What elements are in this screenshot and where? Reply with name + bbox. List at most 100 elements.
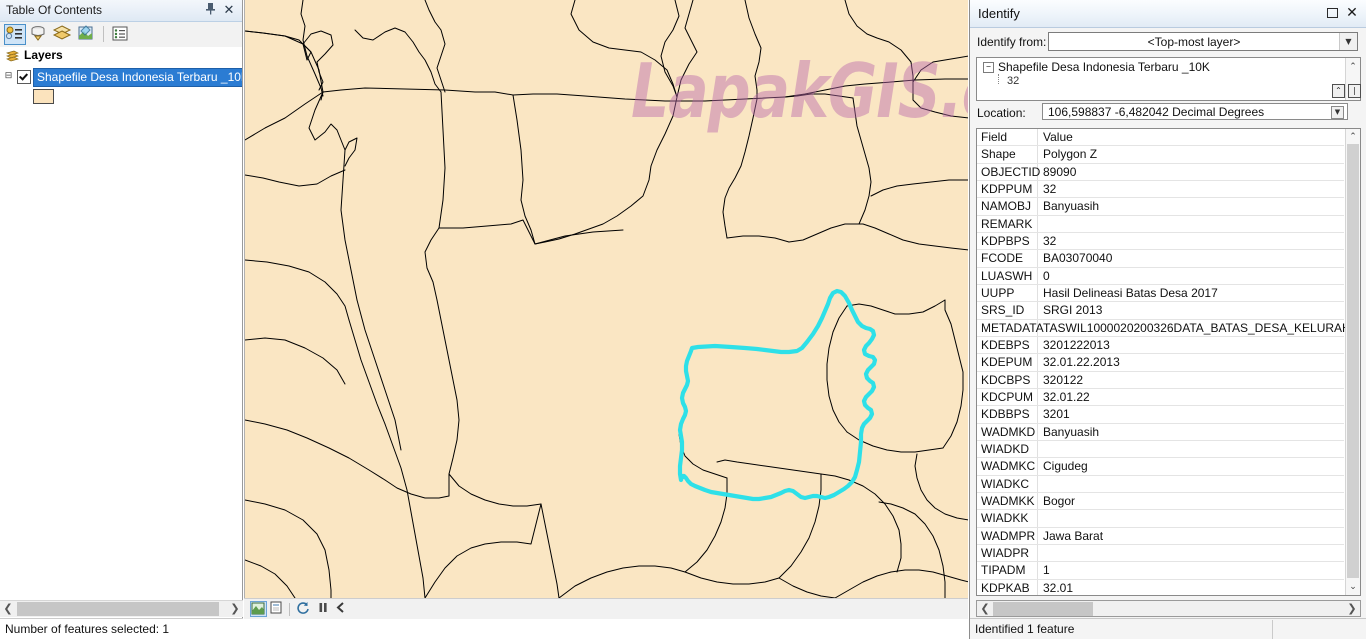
scroll-thumb[interactable] bbox=[993, 602, 1093, 616]
scroll-right-icon[interactable]: ❯ bbox=[1344, 601, 1360, 617]
toc-titlebar: Table Of Contents ✕ bbox=[0, 0, 242, 22]
attribute-row[interactable]: KDCPUM 32.01.22 bbox=[977, 389, 1344, 407]
identify-status-bar: Identified 1 feature bbox=[970, 618, 1366, 639]
identify-from-dropdown[interactable]: <Top-most layer> ▼ bbox=[1048, 32, 1358, 51]
expand-collapse-icon[interactable]: ⊟ bbox=[4, 72, 13, 81]
toc-layer-label[interactable]: Shapefile Desa Indonesia Terbaru _10K bbox=[33, 68, 242, 87]
attribute-field-name: OBJECTID bbox=[981, 164, 1041, 179]
location-input[interactable]: 106,598837 -6,482042 Decimal Degrees ▼ bbox=[1042, 103, 1348, 120]
scroll-right-icon[interactable]: ❯ bbox=[227, 601, 243, 617]
attribute-row[interactable]: TIPADM 1 bbox=[977, 562, 1344, 580]
attribute-field-name: WADMKC bbox=[981, 459, 1036, 474]
list-by-visibility-button[interactable] bbox=[52, 24, 74, 45]
identify-location-row: Location: 106,598837 -6,482042 Decimal D… bbox=[970, 103, 1366, 123]
map-canvas[interactable]: LapakGIS.com bbox=[244, 0, 968, 598]
attribute-row[interactable]: KDEPUM 32.01.22.2013 bbox=[977, 354, 1344, 372]
toc-root-label: Layers bbox=[24, 48, 63, 62]
attribute-row[interactable]: KDBBPS 3201 bbox=[977, 406, 1344, 424]
attribute-row[interactable]: WADMKK Bogor bbox=[977, 493, 1344, 511]
table-vertical-scrollbar[interactable]: ⌃ ⌄ bbox=[1345, 129, 1360, 595]
attribute-row[interactable]: METADATA TASWIL1000020200326DATA_BATAS_DE… bbox=[977, 320, 1360, 337]
layer-visibility-checkbox[interactable] bbox=[17, 70, 31, 84]
attribute-row[interactable]: REMARK bbox=[977, 216, 1344, 233]
identify-horizontal-scrollbar[interactable]: ❮ ❯ bbox=[976, 600, 1361, 617]
attribute-row[interactable]: UUPP Hasil Delineasi Batas Desa 2017 bbox=[977, 285, 1344, 303]
maximize-icon[interactable] bbox=[1324, 5, 1340, 21]
identify-results-tree[interactable]: − Shapefile Desa Indonesia Terbaru _10K 3… bbox=[976, 57, 1361, 101]
attribute-row[interactable]: WIADKK bbox=[977, 510, 1344, 528]
toc-horizontal-scrollbar[interactable]: ❮ ❯ bbox=[0, 600, 243, 617]
layer-symbol-swatch[interactable] bbox=[33, 89, 54, 104]
features-selected-status: Number of features selected: 1 bbox=[5, 622, 170, 636]
scroll-up-icon[interactable]: ⌃ bbox=[1346, 60, 1360, 74]
layout-view-button[interactable] bbox=[269, 601, 286, 617]
data-view-button[interactable] bbox=[250, 601, 267, 617]
scroll-left-icon[interactable]: ❮ bbox=[0, 601, 16, 617]
close-icon[interactable]: ✕ bbox=[221, 2, 237, 18]
options-button[interactable] bbox=[110, 24, 132, 45]
attribute-row[interactable]: KDPPUM 32 bbox=[977, 181, 1344, 199]
attribute-row[interactable]: WIADKD bbox=[977, 441, 1344, 459]
attribute-row[interactable]: FCODE BA03070040 bbox=[977, 250, 1344, 268]
list-by-drawing-order-button[interactable] bbox=[4, 24, 26, 45]
scroll-thumb[interactable] bbox=[17, 602, 219, 616]
previous-extent-button[interactable] bbox=[334, 601, 351, 617]
attribute-row[interactable]: KDPKAB 32.01 bbox=[977, 580, 1344, 595]
attribute-row[interactable]: WIADPR bbox=[977, 545, 1344, 563]
expand-collapse-icon[interactable]: − bbox=[983, 62, 994, 74]
attribute-field-value: 320122 bbox=[1043, 372, 1084, 387]
attribute-row[interactable]: KDPBPS 32 bbox=[977, 233, 1344, 251]
attribute-row[interactable]: SRS_ID SRGI 2013 bbox=[977, 302, 1344, 320]
tree-layer-node[interactable]: − Shapefile Desa Indonesia Terbaru _10K bbox=[983, 60, 1210, 74]
pause-drawing-button[interactable] bbox=[316, 601, 333, 617]
attribute-field-name: KDBBPS bbox=[981, 407, 1030, 422]
attribute-field-name: Shape bbox=[981, 147, 1016, 162]
list-by-source-button[interactable] bbox=[28, 24, 50, 45]
attribute-row[interactable]: Shape Polygon Z bbox=[977, 146, 1344, 164]
toc-toolbar bbox=[0, 22, 242, 48]
attribute-field-value: SRGI 2013 bbox=[1043, 303, 1103, 318]
chevron-down-icon[interactable]: ▼ bbox=[1339, 33, 1357, 50]
attribute-field-name: WIADKC bbox=[981, 476, 1029, 491]
attribute-row[interactable]: KDEBPS 3201222013 bbox=[977, 337, 1344, 355]
collapse-panel-icon[interactable]: ⌃ bbox=[1332, 84, 1345, 98]
table-of-contents-panel: Table Of Contents ✕ Layers ⊟ Shapefile D… bbox=[0, 0, 243, 639]
attribute-row[interactable]: WADMPR Jawa Barat bbox=[977, 528, 1344, 545]
attribute-row[interactable]: WADMKC Cigudeg bbox=[977, 458, 1344, 476]
identify-from-value: <Top-most layer> bbox=[1147, 35, 1241, 49]
attribute-row[interactable]: OBJECTID 89090 bbox=[977, 164, 1344, 181]
scroll-up-icon[interactable]: ⌃ bbox=[1346, 130, 1360, 144]
attribute-field-value: 32 bbox=[1043, 233, 1057, 248]
refresh-button[interactable] bbox=[296, 601, 313, 617]
attribute-row[interactable]: WIADKC bbox=[977, 476, 1344, 493]
pin-icon[interactable] bbox=[202, 2, 218, 18]
split-panel-icon[interactable]: | bbox=[1348, 84, 1361, 98]
attribute-row[interactable]: NAMOBJ Banyuasih bbox=[977, 198, 1344, 216]
identify-attribute-table[interactable]: Field Value Shape Polygon Z OBJECTID 89090 KDP… bbox=[976, 128, 1361, 596]
attribute-field-name: KDEBPS bbox=[981, 337, 1030, 352]
tree-feature-label[interactable]: 32 bbox=[1007, 75, 1019, 87]
attribute-field-value: BA03070040 bbox=[1043, 251, 1113, 266]
scroll-thumb[interactable] bbox=[1347, 144, 1359, 578]
scroll-left-icon[interactable]: ❮ bbox=[977, 601, 993, 617]
toc-root-layers[interactable]: Layers bbox=[0, 47, 242, 66]
attribute-field-name: METADATA bbox=[981, 320, 1044, 335]
main-status-bar: Number of features selected: 1 bbox=[0, 618, 243, 639]
attribute-field-name: WIADKK bbox=[981, 511, 1029, 526]
attribute-field-value: Cigudeg bbox=[1043, 459, 1088, 474]
attribute-row[interactable]: KDCBPS 320122 bbox=[977, 372, 1344, 389]
attribute-field-name: KDCBPS bbox=[981, 372, 1031, 387]
list-by-selection-button[interactable] bbox=[76, 24, 98, 45]
attribute-field-name: UUPP bbox=[981, 285, 1015, 300]
close-icon[interactable]: ✕ bbox=[1344, 3, 1360, 21]
column-header-value: Value bbox=[1043, 130, 1073, 144]
scroll-down-icon[interactable]: ⌄ bbox=[1346, 580, 1360, 594]
toc-layer-row[interactable]: ⊟ Shapefile Desa Indonesia Terbaru _10K bbox=[0, 67, 242, 104]
attribute-field-value: 32.01 bbox=[1043, 580, 1074, 595]
attribute-row[interactable]: LUASWH 0 bbox=[977, 268, 1344, 285]
attribute-field-value: Bogor bbox=[1043, 493, 1076, 508]
attribute-field-name: TIPADM bbox=[981, 563, 1026, 578]
location-dropdown-icon[interactable]: ▼ bbox=[1331, 106, 1344, 119]
identify-from-row: Identify from: <Top-most layer> ▼ bbox=[970, 31, 1366, 55]
attribute-row[interactable]: WADMKD Banyuasih bbox=[977, 424, 1344, 441]
